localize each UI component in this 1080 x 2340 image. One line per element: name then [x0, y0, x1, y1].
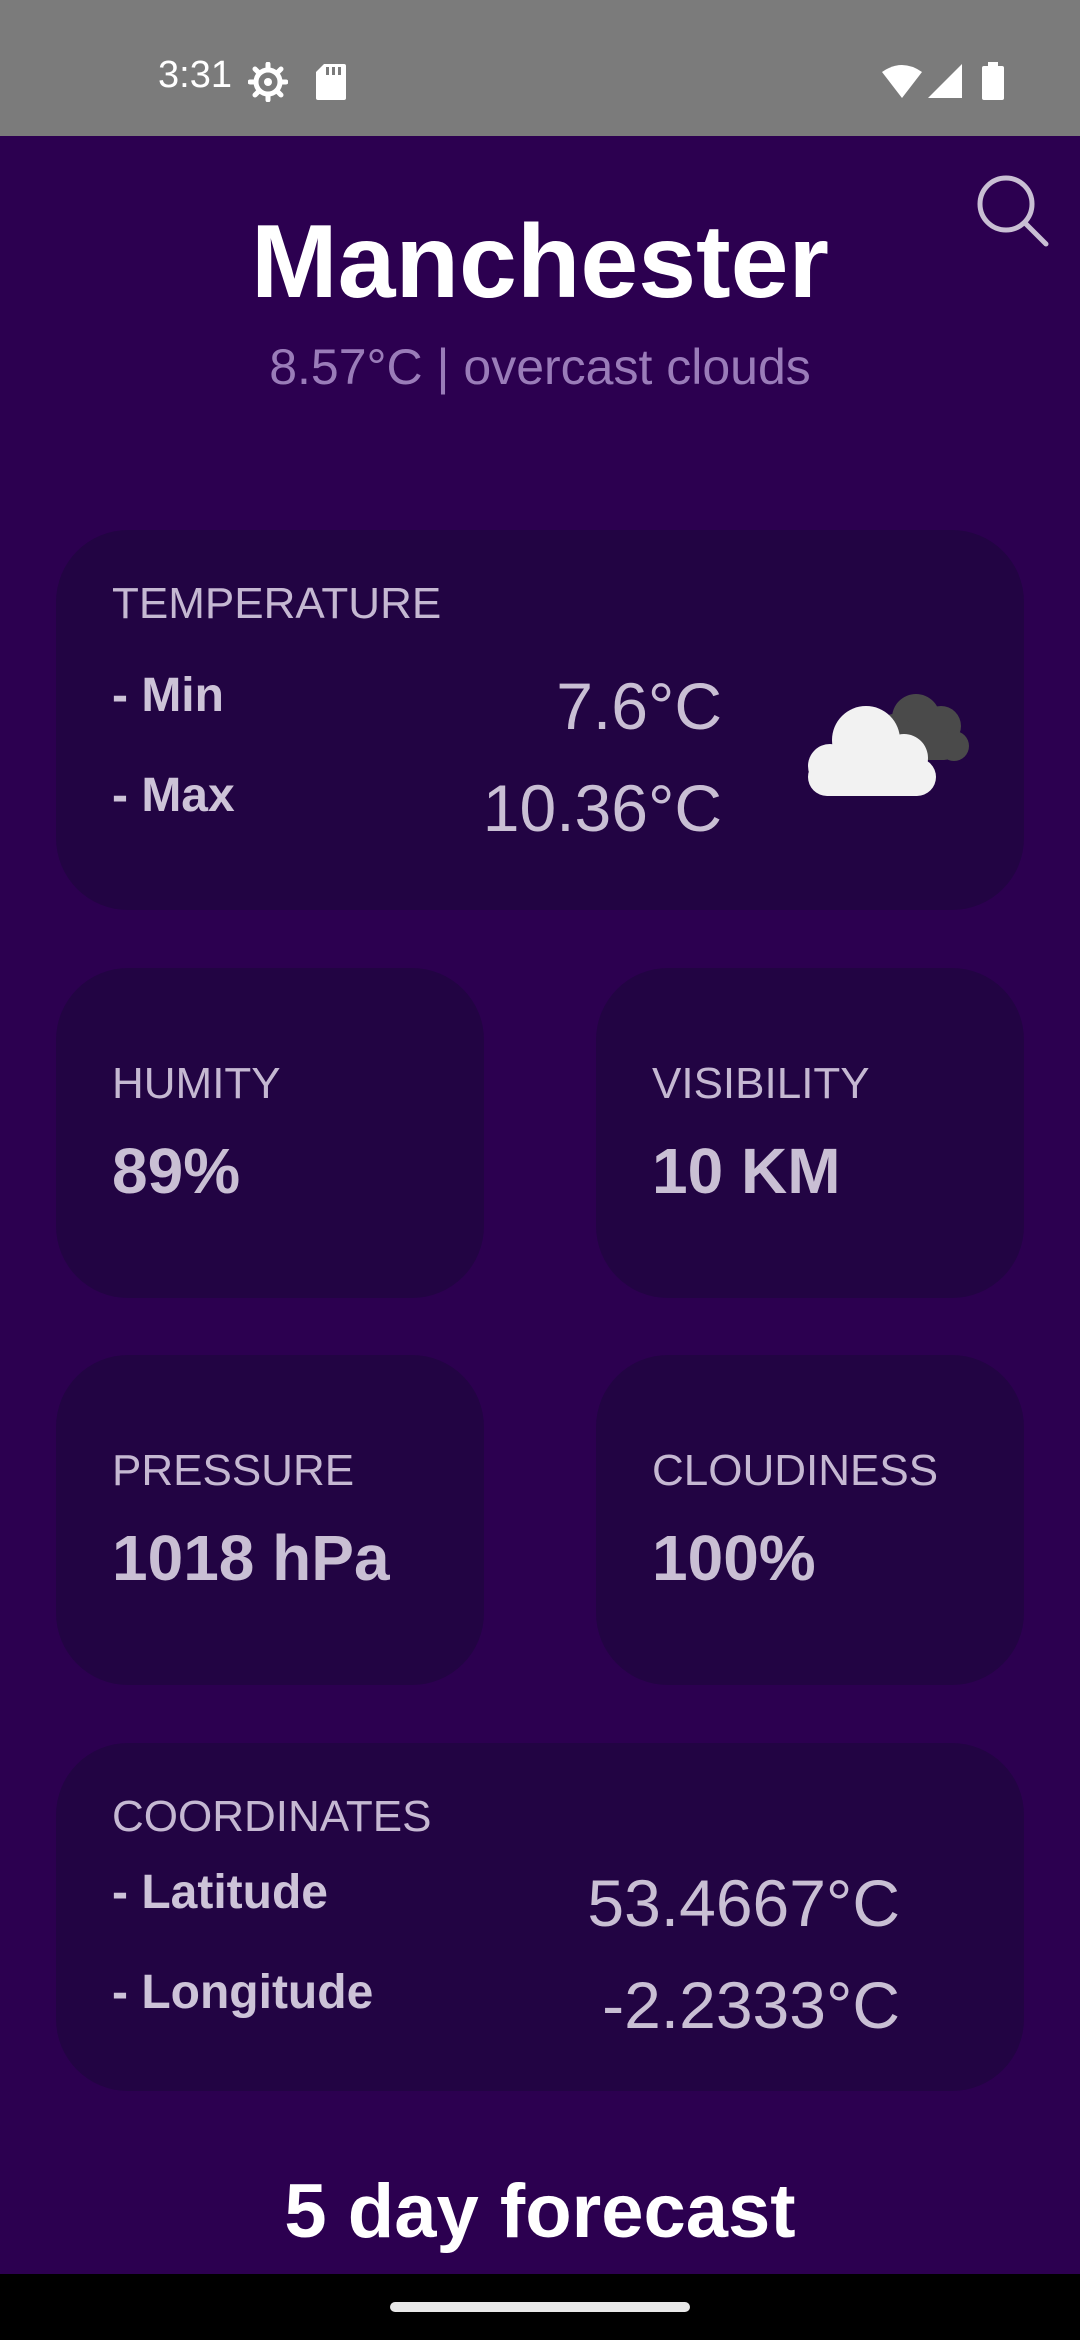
cloudiness-value: 100% [652, 1522, 816, 1594]
latitude-label: - Latitude [112, 1866, 328, 1919]
longitude-value: -2.2333°C [602, 1968, 900, 2042]
pressure-card: PRESSURE 1018 hPa [56, 1355, 484, 1685]
humidity-card: HUMITY 89% [56, 968, 484, 1298]
humidity-title: HUMITY [112, 1059, 281, 1108]
visibility-title: VISIBILITY [652, 1059, 870, 1108]
pressure-value: 1018 hPa [112, 1522, 390, 1594]
temperature-title: TEMPERATURE [112, 579, 442, 628]
cloudiness-card: CLOUDINESS 100% [596, 1355, 1024, 1685]
min-value: 7.6°C [556, 669, 722, 743]
coordinates-card: COORDINATES - Latitude 53.4667°C - Longi… [56, 1743, 1024, 2091]
status-bar: 3:31 [0, 0, 1080, 136]
temperature-card: TEMPERATURE - Min 7.6°C - Max 10.36°C [56, 530, 1024, 910]
visibility-card: VISIBILITY 10 KM [596, 968, 1024, 1298]
sd-card-icon [316, 64, 346, 100]
min-label: - Min [112, 669, 224, 722]
settings-gear-icon [248, 62, 288, 102]
forecast-title: 5 day forecast [284, 2169, 796, 2254]
cell-signal-icon [928, 64, 962, 98]
pressure-title: PRESSURE [112, 1446, 355, 1495]
home-gesture-handle[interactable] [390, 2302, 690, 2312]
battery-icon [982, 62, 1004, 100]
status-time: 3:31 [158, 54, 232, 96]
city-title: Manchester [251, 204, 829, 320]
max-value: 10.36°C [482, 771, 722, 845]
latitude-value: 53.4667°C [587, 1866, 900, 1940]
longitude-label: - Longitude [112, 1966, 374, 2019]
visibility-value: 10 KM [652, 1135, 841, 1207]
wifi-icon [882, 65, 922, 98]
navigation-bar [0, 2274, 1080, 2340]
cloudiness-title: CLOUDINESS [652, 1446, 939, 1495]
humidity-value: 89% [112, 1135, 241, 1207]
weather-summary: 8.57°C | overcast clouds [269, 339, 811, 395]
overcast-clouds-icon [808, 694, 969, 796]
coordinates-title: COORDINATES [112, 1792, 432, 1841]
max-label: - Max [112, 769, 235, 822]
